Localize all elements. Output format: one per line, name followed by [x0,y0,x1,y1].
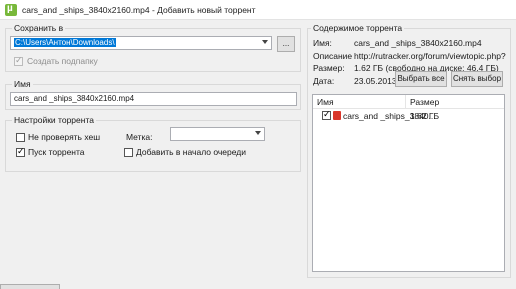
deselect-all-button[interactable]: Снять выбор [451,71,503,87]
create-subfolder-label: Создать подпапку [27,56,98,66]
name-input[interactable]: cars_and _ships_3840x2160.mp4 [10,92,297,106]
info-date-key: Дата: [313,76,335,86]
info-name-value: cars_and _ships_3840x2160.mp4 [354,38,482,48]
label-combobox[interactable] [170,127,265,141]
video-file-icon [333,111,341,120]
label-field-label: Метка: [126,132,153,142]
torrent-settings-label: Настройки торрента [12,115,96,125]
start-torrent-label: Пуск торрента [28,147,85,157]
add-to-queue-top-label: Добавить в начало очереди [136,147,247,157]
window-title: cars_and _ships_3840x2160.mp4 - Добавить… [22,5,256,15]
save-path-combobox[interactable]: C:\Users\Антон\Downloads\ [10,36,272,50]
bottom-button-edge[interactable] [0,284,60,289]
info-description-value: http://rutracker.org/forum/viewtopic.php… [354,51,506,61]
chevron-down-icon[interactable] [255,131,261,135]
torrent-contents-label: Содержимое торрента [311,23,405,33]
info-date-value: 23.05.2013 [354,76,397,86]
file-checkbox[interactable] [322,109,331,120]
file-list[interactable]: Имя Размер cars_and _ships_3840... 1.62 … [312,94,505,272]
utorrent-icon [5,3,17,16]
info-name-key: Имя: [313,38,332,48]
skip-hash-label: Не проверять хеш [28,132,101,142]
save-path-value: C:\Users\Антон\Downloads\ [14,38,116,47]
chevron-down-icon[interactable] [262,40,268,44]
title-bar: cars_and _ships_3840x2160.mp4 - Добавить… [0,0,516,20]
info-description-key: Описание [313,51,353,61]
column-separator[interactable] [405,95,406,109]
save-to-label: Сохранить в [12,23,66,33]
browse-button[interactable]: ... [277,36,295,52]
start-torrent-checkbox[interactable] [16,146,25,157]
name-label: Имя [12,79,33,89]
file-list-header: Имя Размер [313,95,504,109]
create-subfolder-checkbox[interactable] [14,55,23,66]
column-header-size[interactable]: Размер [410,97,439,107]
file-size: 1.62 ГБ [410,111,440,121]
info-size-key: Размер: [313,63,345,73]
table-row[interactable]: cars_and _ships_3840... 1.62 ГБ [313,109,504,123]
column-header-name[interactable]: Имя [317,97,334,107]
add-to-queue-top-checkbox[interactable] [124,148,133,157]
select-all-button[interactable]: Выбрать все [395,71,447,87]
skip-hash-checkbox[interactable] [16,133,25,142]
